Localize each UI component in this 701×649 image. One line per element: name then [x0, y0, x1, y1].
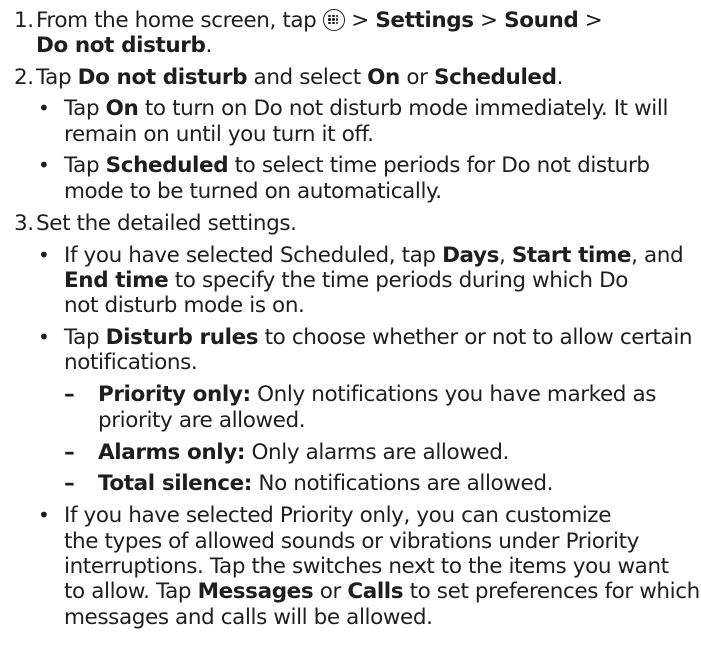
bullet-line: not disturb mode is on.	[64, 293, 305, 319]
dash: –	[64, 471, 75, 497]
bullet-line: remain on until you turn it off.	[64, 121, 374, 147]
bullet-line: Tap On to turn on Do not disturb mode im…	[64, 96, 669, 122]
step-number: 3.	[14, 210, 34, 236]
settings-label: Settings	[375, 8, 474, 33]
dash: –	[64, 382, 75, 408]
bullet-line: to allow. Tap Messages or Calls to set p…	[64, 579, 700, 605]
bullet: •	[38, 96, 50, 121]
bullet-line: messages and calls will be allowed.	[64, 604, 433, 630]
bullet-line: Tap Disturb rules to choose whether or n…	[64, 325, 693, 351]
bullet: •	[38, 153, 50, 178]
bullet-line: End time to specify the time periods dur…	[64, 267, 629, 293]
dash: –	[64, 439, 75, 465]
bullet: •	[38, 242, 50, 267]
step-2-line-1: Tap Do not disturb and select On or Sche…	[36, 65, 564, 91]
do-not-disturb-label: Do not disturb	[36, 33, 206, 59]
bullet: •	[38, 325, 50, 350]
step-1-line-1: From the home screen, tap > Settings > S…	[36, 8, 603, 33]
sub-item: Alarms only: Only alarms are allowed.	[98, 439, 509, 465]
bullet-line: mode to be turned on automatically.	[64, 178, 442, 204]
step-3-line-1: Set the detailed settings.	[36, 210, 297, 236]
bullet-line: notifications.	[64, 350, 198, 376]
bullet: •	[38, 503, 50, 528]
bullet-line: interruptions. Tap the switches next to …	[64, 554, 669, 579]
bullet-line: If you have selected Priority only, you …	[64, 503, 612, 529]
bullet-line: the types of allowed sounds or vibration…	[64, 528, 639, 554]
bullet-line: If you have selected Scheduled, tap Days…	[64, 242, 684, 268]
sub-item-line: priority are allowed.	[98, 407, 306, 433]
instructions-document: 1. From the home screen, tap > Settings …	[0, 0, 701, 649]
apps-icon	[322, 9, 345, 31]
step-number: 2.	[14, 65, 34, 91]
sub-item: Total silence: No notifications are allo…	[98, 471, 554, 497]
sub-item: Priority only: Only notifications you ha…	[98, 382, 657, 408]
step-1-line-2: Do not disturb.	[36, 33, 212, 59]
bullet-line: Tap Scheduled to select time periods for…	[64, 153, 650, 179]
step-number: 1.	[14, 8, 34, 33]
sound-label: Sound	[504, 8, 579, 33]
